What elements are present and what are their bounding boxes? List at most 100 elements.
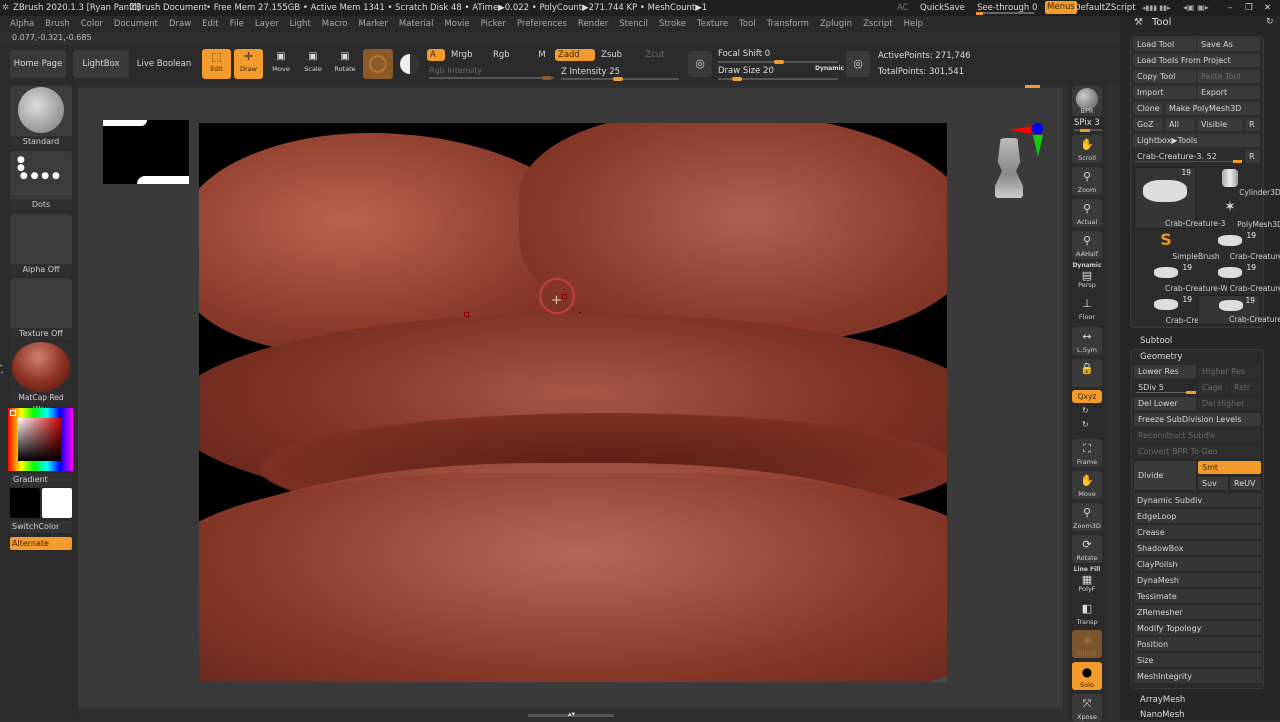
goz-button[interactable]: GoZ — [1133, 118, 1163, 131]
shelf-collapse-handle[interactable]: ▸ ◂ — [0, 362, 6, 382]
tool-thumb[interactable]: 19 Crab-Creature-3 — [1134, 295, 1226, 325]
menu-draw[interactable]: Draw — [169, 19, 191, 29]
menu-help[interactable]: Help — [904, 19, 923, 29]
paste-tool-button[interactable]: Paste Tool — [1197, 70, 1260, 83]
mrgb-button[interactable]: Mrgb — [448, 49, 486, 61]
zadd-button[interactable]: Zadd — [555, 49, 595, 61]
floor-button[interactable]: ⊥ Floor — [1072, 294, 1102, 322]
rotate-z-icon[interactable]: ↻ — [1082, 420, 1089, 429]
expand-arrows-icon[interactable]: ▴▾ — [568, 710, 575, 718]
goz-all-button[interactable]: All — [1165, 118, 1195, 131]
scale-button[interactable]: ▣ Scale — [300, 49, 326, 79]
move-button[interactable]: ▣ Move — [268, 49, 294, 79]
transp-button[interactable]: ◧ Transp — [1072, 599, 1102, 627]
freeze-subdivision-button[interactable]: Freeze SubDivision Levels — [1134, 413, 1261, 426]
color-picker[interactable] — [8, 408, 73, 471]
close-icon[interactable]: ✕ — [1264, 0, 1271, 16]
menu-brush[interactable]: Brush — [45, 19, 70, 29]
stroke-selector[interactable]: ● ● ● ● ● ● Dots — [10, 151, 72, 211]
draw-size-slider[interactable] — [718, 77, 838, 81]
layout-icon[interactable]: ◂▣ ▣▸ — [1183, 0, 1209, 16]
menus-button[interactable]: Menus — [1045, 1, 1077, 14]
position-section[interactable]: Position — [1134, 637, 1262, 652]
solo-button[interactable]: ● Solo — [1072, 662, 1102, 690]
tool-thumb[interactable]: S SimpleBrush — [1134, 230, 1219, 261]
tool-thumb[interactable]: 19 Crab-Creature-W — [1134, 263, 1227, 293]
spix-slider[interactable] — [1074, 129, 1102, 132]
secondary-color-swatch[interactable] — [42, 488, 72, 518]
rgb-intensity-slider[interactable] — [429, 76, 554, 80]
meshintegrity-section[interactable]: MeshIntegrity — [1134, 669, 1262, 684]
restore-icon[interactable]: ❐ — [1245, 0, 1253, 16]
menu-tool[interactable]: Tool — [739, 19, 756, 29]
rstr-button[interactable]: Rstr — [1230, 381, 1261, 394]
load-tools-from-project-button[interactable]: Load Tools From Project — [1133, 54, 1260, 67]
menu-transform[interactable]: Transform — [767, 19, 809, 29]
zsub-button[interactable]: Zsub — [598, 49, 636, 61]
size-section[interactable]: Size — [1134, 653, 1262, 668]
zcut-button[interactable]: Zcut — [640, 49, 670, 61]
menu-color[interactable]: Color — [81, 19, 103, 29]
alternate-button[interactable]: Alternate — [10, 537, 72, 550]
a-button[interactable]: A — [427, 49, 445, 61]
tool-thumb[interactable]: 19 Crab-Creature-4 — [1198, 263, 1280, 293]
frame-button[interactable]: ⛶ Frame — [1072, 439, 1102, 467]
suv-toggle[interactable]: Suv — [1198, 477, 1228, 490]
menu-edit[interactable]: Edit — [202, 19, 218, 29]
menu-material[interactable]: Material — [399, 19, 434, 29]
draw-button[interactable]: ✛ Draw — [234, 49, 263, 79]
shadowbox-section[interactable]: ShadowBox — [1134, 541, 1262, 556]
focal-shift-slider[interactable] — [718, 60, 838, 64]
switchcolor-button[interactable]: SwitchColor — [10, 521, 72, 533]
tool-thumb[interactable]: 19 Crab-Creature-4 — [1198, 231, 1280, 261]
menu-stroke[interactable]: Stroke — [659, 19, 686, 29]
dynamic-toggle[interactable]: Dynamic — [815, 65, 844, 72]
menu-layer[interactable]: Layer — [255, 19, 279, 29]
convert-bpr-button[interactable]: Convert BPR To Geo — [1134, 445, 1261, 458]
menu-zscript[interactable]: Zscript — [863, 19, 893, 29]
menu-zplugin[interactable]: Zplugin — [820, 19, 852, 29]
make-polymesh3d-button[interactable]: Make PolyMesh3D — [1165, 102, 1260, 115]
current-tool-track[interactable] — [1135, 160, 1242, 163]
lower-res-button[interactable]: Lower Res — [1134, 365, 1196, 378]
tool-thumb[interactable]: 19 Crab-Creature-3 — [1134, 167, 1225, 229]
modify-topology-section[interactable]: Modify Topology — [1134, 621, 1262, 636]
home-page-button[interactable]: Home Page — [10, 50, 66, 78]
goz-visible-button[interactable]: Visible — [1197, 118, 1243, 131]
polyf-button[interactable]: Line Fill ▦ PolyF — [1072, 566, 1102, 594]
zoom-button[interactable]: ⚲ Zoom — [1072, 167, 1102, 195]
lightbox-button[interactable]: LightBox — [73, 50, 129, 78]
menu-document[interactable]: Document — [114, 19, 158, 29]
polypaint-button[interactable] — [363, 49, 393, 79]
stroke-d-button[interactable]: ◎ — [846, 51, 870, 77]
move-view-button[interactable]: ✋ Move — [1072, 471, 1102, 499]
main-color-swatch[interactable] — [10, 488, 40, 518]
navigation-thumbnail[interactable] — [103, 120, 189, 184]
rotate-view-button[interactable]: ⟳ Rotate — [1072, 535, 1102, 563]
import-button[interactable]: Import — [1133, 86, 1196, 99]
reuv-button[interactable]: ReUV — [1230, 477, 1261, 490]
quicksave-button[interactable]: QuickSave — [920, 0, 965, 16]
lsym-button[interactable]: ↔ L.Sym — [1072, 327, 1102, 355]
bpr-button[interactable]: BPR — [1072, 86, 1102, 116]
menu-stencil[interactable]: Stencil — [619, 19, 648, 29]
crease-section[interactable]: Crease — [1134, 525, 1262, 540]
edit-button[interactable]: ⬚ Edit — [202, 49, 231, 79]
clone-button[interactable]: Clone — [1133, 102, 1163, 115]
xpose-button[interactable]: ⤧ Xpose — [1072, 694, 1102, 722]
divide-button[interactable]: Divide — [1134, 461, 1196, 490]
tool-r-button[interactable]: R — [1245, 150, 1260, 163]
menu-macro[interactable]: Macro — [322, 19, 348, 29]
menu-render[interactable]: Render — [578, 19, 608, 29]
sculpt-mesh-render[interactable]: + — [199, 123, 947, 682]
material-button[interactable] — [397, 49, 423, 79]
aahalf-button[interactable]: ⚲ AAHalf — [1072, 231, 1102, 259]
del-lower-button[interactable]: Del Lower — [1134, 397, 1196, 410]
subtool-header[interactable]: Subtool — [1140, 336, 1172, 346]
interface-scale-icon[interactable]: ◂▮▮▮ ▮▮▸ — [1142, 0, 1171, 16]
saturation-box[interactable] — [18, 418, 61, 461]
tool-thumb[interactable]: Cylinder3D — [1198, 167, 1280, 197]
dynamesh-section[interactable]: DynaMesh — [1134, 573, 1262, 588]
texture-selector[interactable]: Texture Off — [10, 278, 72, 340]
smt-toggle[interactable]: Smt — [1198, 461, 1261, 474]
